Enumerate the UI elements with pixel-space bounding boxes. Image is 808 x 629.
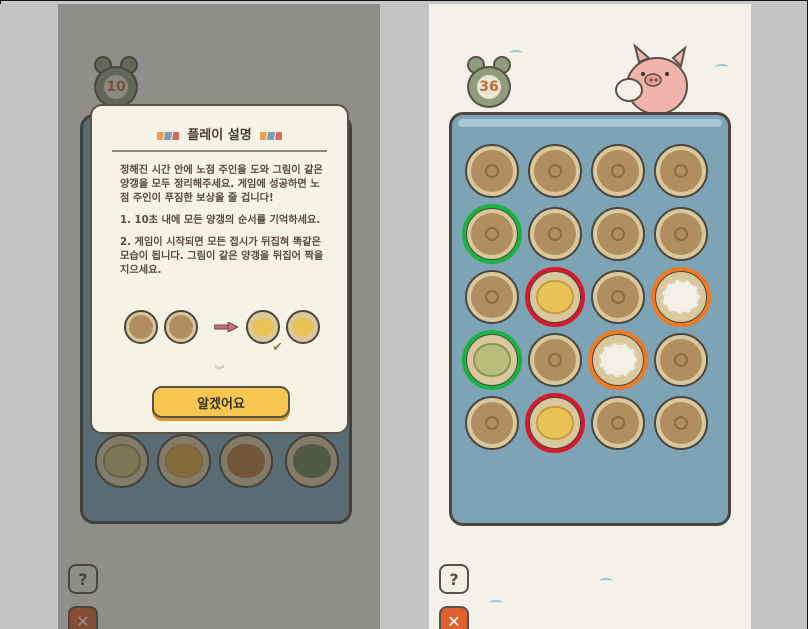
covered-plate-icon [164, 310, 198, 344]
chevron-down-icon: ︾ [214, 366, 225, 377]
wave-decoration [599, 578, 613, 584]
covered-plate[interactable] [591, 207, 645, 261]
step-2-text: 2. 게임이 시작되면 모든 접시가 뒤집혀 똑같은 모습이 됩니다. 그림이 … [120, 237, 324, 276]
revealed-plate-yellow[interactable] [528, 270, 582, 324]
revealed-plate-icon [286, 310, 320, 344]
revealed-plate-white[interactable] [654, 270, 708, 324]
confirm-button[interactable]: 알겠어요 [152, 386, 290, 418]
wave-decoration [489, 600, 503, 606]
covered-plate[interactable] [654, 207, 708, 261]
right-margin [751, 4, 807, 629]
covered-plate[interactable] [654, 333, 708, 387]
revealed-plate-yellow[interactable] [528, 396, 582, 450]
covered-plate[interactable] [591, 270, 645, 324]
covered-plate[interactable] [465, 270, 519, 324]
instructions-modal: 플레이 설명 정해진 시간 안에 노점 주인을 도와 그림이 같은 양갱을 모두… [90, 104, 349, 434]
timer-clock-icon: 36 [465, 56, 513, 108]
arrow-right-icon [214, 322, 238, 332]
step-1-text: 1. 10초 내에 모든 양갱의 순서를 기억하세요. [120, 215, 321, 226]
covered-plate[interactable] [528, 333, 582, 387]
white-yanggaeng-icon [599, 343, 637, 377]
covered-plate[interactable] [654, 144, 708, 198]
pig-vendor-icon [615, 43, 688, 114]
left-game-screen: 10 ? ✕ 플레이 설명 정해진 시간 안에 노점 주인을 도와 그림이 같은… [58, 4, 380, 629]
covered-plate[interactable] [654, 396, 708, 450]
covered-plate-icon [124, 310, 158, 344]
close-button[interactable]: ✕ [439, 606, 469, 629]
covered-plate[interactable] [591, 144, 645, 198]
instructions-text: 정해진 시간 안에 노점 주인을 도와 그림이 같은 양갱을 모두 정리해주세요… [120, 164, 326, 286]
brush-stroke-icon [259, 131, 282, 140]
checkmark-icon: ✔ [272, 340, 283, 355]
left-margin [0, 4, 58, 629]
wave-decoration [715, 64, 729, 70]
covered-plate[interactable] [465, 144, 519, 198]
timer-value: 36 [477, 75, 501, 99]
covered-plate[interactable] [528, 207, 582, 261]
yellow-yanggaeng-icon [536, 406, 574, 440]
covered-plate[interactable] [465, 207, 519, 261]
modal-title: 플레이 설명 [92, 124, 347, 143]
white-yanggaeng-icon [662, 280, 700, 314]
yellow-yanggaeng-icon [536, 280, 574, 314]
revealed-plate-white[interactable] [591, 333, 645, 387]
covered-plate[interactable] [528, 144, 582, 198]
brush-stroke-icon [157, 131, 180, 140]
help-button[interactable]: ? [439, 564, 469, 594]
right-game-screen: 36 ? ✕ [429, 4, 751, 629]
covered-plate[interactable] [591, 396, 645, 450]
example-illustration: ✔ [124, 310, 324, 355]
wave-decoration [509, 50, 523, 56]
covered-plate[interactable] [465, 396, 519, 450]
center-divider [380, 4, 429, 629]
revealed-plate-green[interactable] [465, 333, 519, 387]
green-yanggaeng-icon [473, 343, 511, 377]
revealed-plate-icon [246, 310, 280, 344]
divider [112, 150, 327, 152]
intro-text: 정해진 시간 안에 노점 주인을 도와 그림이 같은 양갱을 모두 정리해주세요… [120, 165, 323, 204]
